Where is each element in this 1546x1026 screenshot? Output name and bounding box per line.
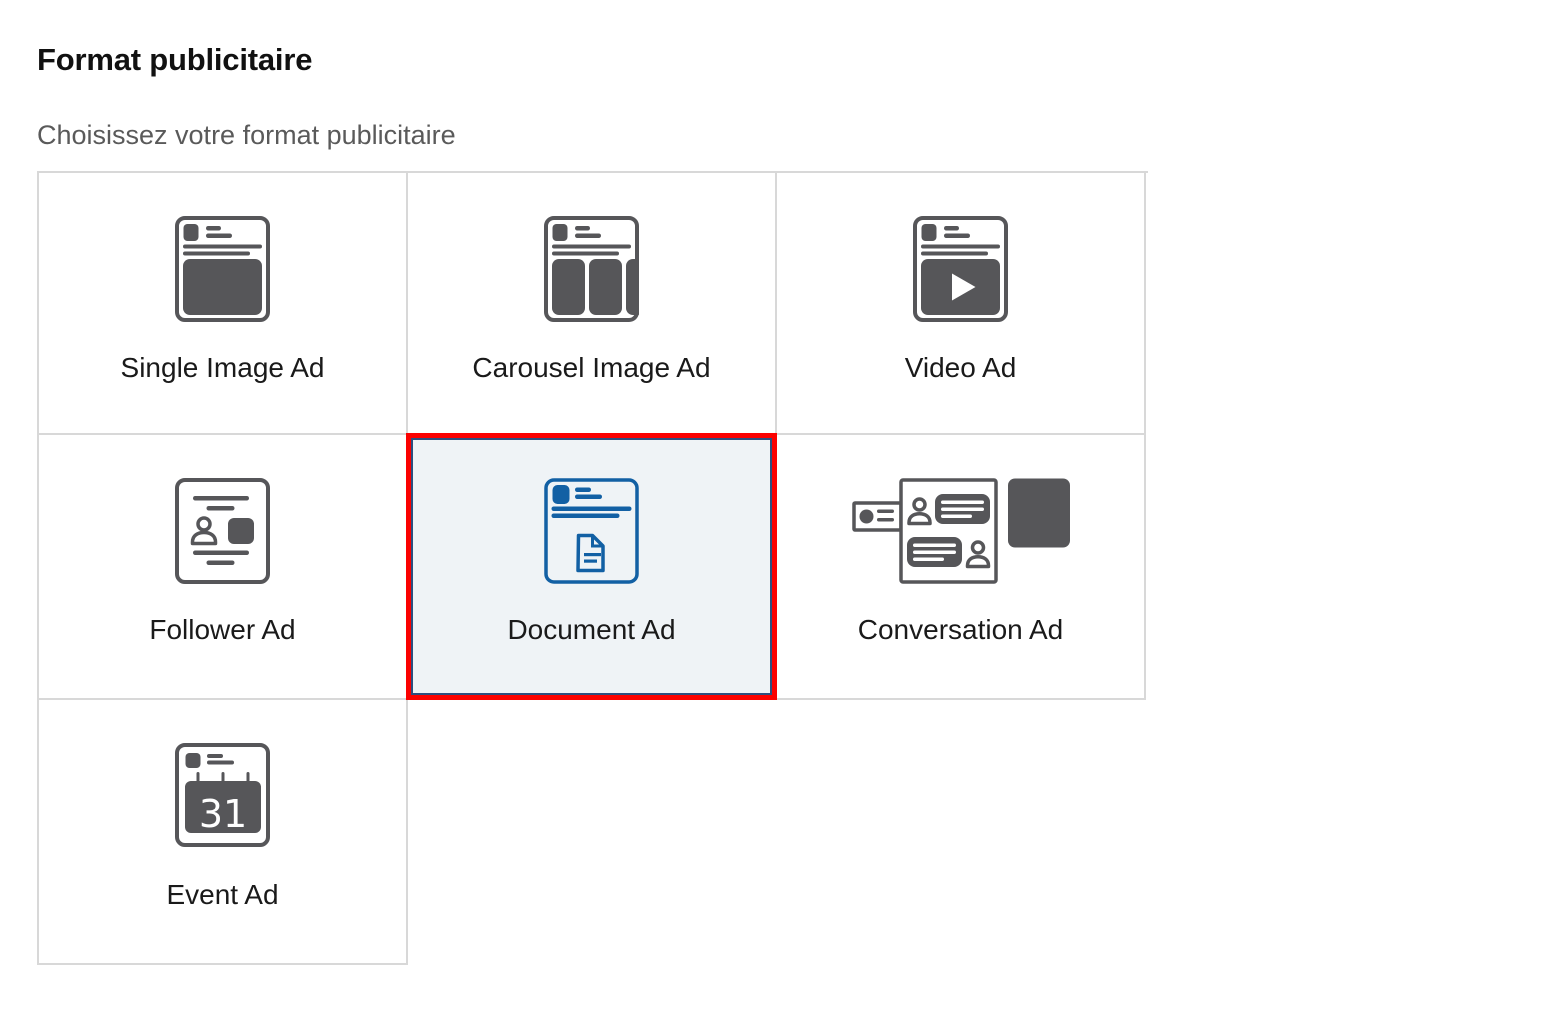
format-label: Event Ad [166, 877, 278, 913]
carousel-image-ad-icon [544, 216, 639, 322]
format-option-single-image-ad[interactable]: Single Image Ad [39, 173, 408, 435]
format-label: Carousel Image Ad [472, 350, 710, 386]
follower-ad-icon [175, 478, 270, 584]
single-image-ad-icon [175, 216, 270, 322]
format-option-conversation-ad[interactable]: Conversation Ad [777, 435, 1146, 700]
video-ad-icon [913, 216, 1008, 322]
format-grid: Single Image Ad Carousel Image Ad [37, 171, 1148, 965]
ad-format-section: Format publicitaire Choisissez votre for… [0, 44, 1546, 965]
event-calendar-day: 31 [199, 792, 247, 836]
document-ad-icon [544, 478, 639, 584]
format-label: Single Image Ad [121, 350, 325, 386]
page-title: Format publicitaire [37, 44, 1546, 76]
format-label: Follower Ad [149, 612, 295, 648]
page-subtitle: Choisissez votre format publicitaire [37, 122, 1546, 149]
format-option-document-ad[interactable]: Document Ad [408, 435, 777, 700]
format-option-carousel-image-ad[interactable]: Carousel Image Ad [408, 173, 777, 435]
format-option-video-ad[interactable]: Video Ad [777, 173, 1146, 435]
format-label: Conversation Ad [858, 612, 1063, 648]
event-ad-icon: 31 [175, 743, 270, 849]
format-label: Document Ad [507, 612, 675, 648]
format-option-event-ad[interactable]: 31 Event Ad [39, 700, 408, 965]
format-label: Video Ad [905, 350, 1017, 386]
conversation-ad-icon [851, 478, 1071, 584]
format-option-follower-ad[interactable]: Follower Ad [39, 435, 408, 700]
